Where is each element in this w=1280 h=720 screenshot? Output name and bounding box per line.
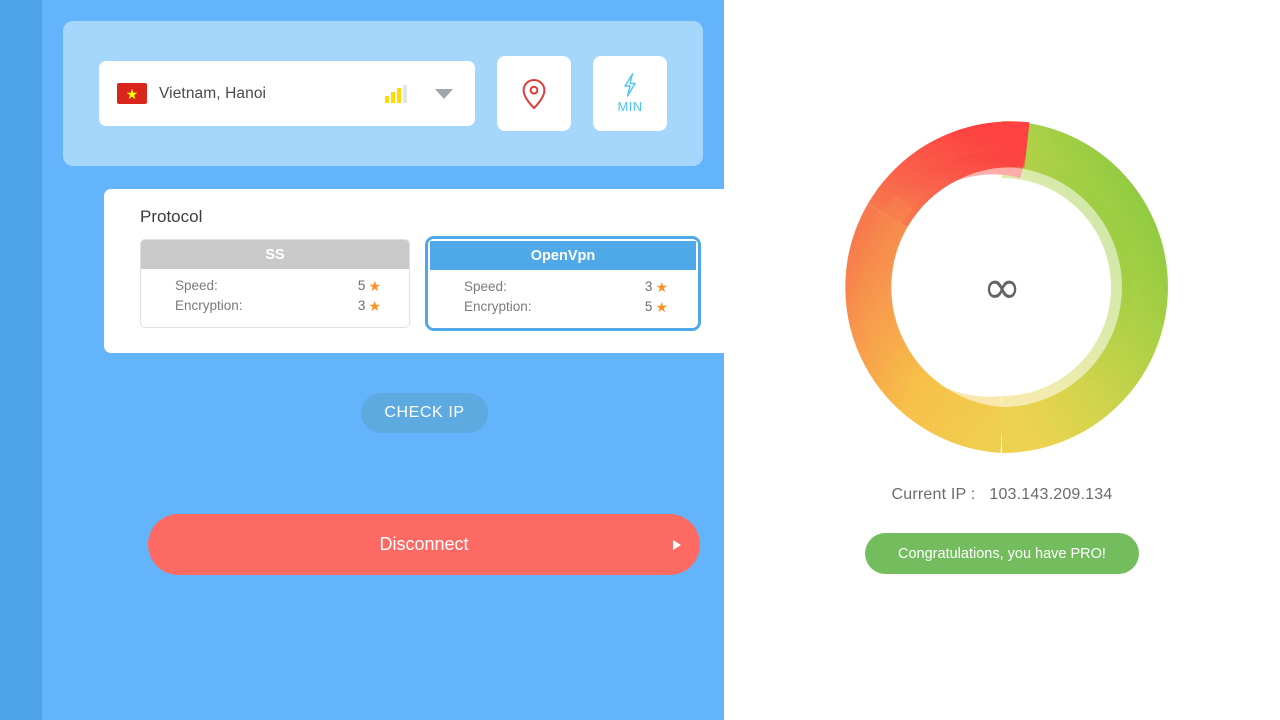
protocol-openvpn-encryption-label: Encryption: [464,299,532,314]
protocol-ss-encryption-value: 3 [357,298,366,313]
disconnect-button[interactable]: Disconnect [148,514,700,575]
protocol-options-row: SS Speed: 5 ★ Encryption: 3 ★ OpenVpn Sp… [140,239,708,328]
protocol-card: Protocol SS Speed: 5 ★ Encryption: 3 ★ O… [104,189,744,353]
protocol-ss-speed-value: 5 [357,278,366,293]
protocol-openvpn-encryption-value-group: 5 ★ [645,297,668,317]
protocol-option-ss-name: SS [141,240,409,269]
star-icon: ★ [368,298,381,314]
protocol-ss-encryption-label: Encryption: [175,298,243,313]
pro-status-badge[interactable]: Congratulations, you have PRO! [865,533,1139,574]
lightning-bolt-icon [624,73,636,97]
chevron-down-icon[interactable] [435,88,453,99]
play-arrow-icon [673,539,681,550]
location-pin-icon [522,78,546,109]
server-selector-panel: ★ Vietnam, Hanoi MIN [63,21,703,166]
star-icon: ★ [655,279,668,295]
star-icon: ★ [368,278,381,294]
left-edge-strip [0,0,42,720]
speed-mode-button[interactable]: MIN [593,56,667,131]
location-pin-button[interactable] [497,56,571,131]
current-ip-value: 103.143.209.134 [989,486,1113,503]
protocol-ss-encryption-value-group: 3 ★ [358,296,381,316]
protocol-openvpn-speed-row: Speed: 3 ★ [464,277,668,297]
protocol-option-openvpn-inner: OpenVpn Speed: 3 ★ Encryption: 5 ★ [428,239,698,328]
data-usage-gauge: ∞ [836,121,1168,453]
protocol-option-openvpn-name: OpenVpn [430,241,696,270]
protocol-openvpn-speed-label: Speed: [464,279,507,294]
disconnect-button-label: Disconnect [379,534,469,554]
protocol-title: Protocol [140,207,203,226]
protocol-openvpn-encryption-row: Encryption: 5 ★ [464,297,668,317]
server-select-dropdown[interactable]: ★ Vietnam, Hanoi [99,61,475,126]
gauge-center-label: ∞ [982,260,1022,314]
selected-server-name: Vietnam, Hanoi [159,84,267,102]
signal-bars-icon [385,84,407,103]
check-ip-button[interactable]: CHECK IP [361,393,488,433]
protocol-openvpn-speed-value: 3 [644,279,653,294]
protocol-ss-speed-label: Speed: [175,278,218,293]
star-icon: ★ [655,299,668,315]
left-panel: ★ Vietnam, Hanoi MIN Protocol SS Speed: … [42,0,744,720]
current-ip-line: Current IP : 103.143.209.134 [724,486,1280,504]
protocol-ss-speed-value-group: 5 ★ [358,276,381,296]
protocol-openvpn-encryption-value: 5 [644,299,653,314]
protocol-option-ss[interactable]: SS Speed: 5 ★ Encryption: 3 ★ [140,239,410,328]
protocol-ss-encryption-row: Encryption: 3 ★ [175,296,381,316]
vpn-app-window: ★ Vietnam, Hanoi MIN Protocol SS Speed: … [0,0,1280,720]
protocol-ss-speed-row: Speed: 5 ★ [175,276,381,296]
protocol-option-openvpn[interactable]: OpenVpn Speed: 3 ★ Encryption: 5 ★ [428,239,698,328]
speed-mode-label: MIN [617,99,643,114]
protocol-openvpn-speed-value-group: 3 ★ [645,277,668,297]
current-ip-label: Current IP : [891,486,976,503]
vietnam-flag-icon: ★ [117,83,147,104]
protocol-option-openvpn-stats: Speed: 3 ★ Encryption: 5 ★ [430,270,696,326]
protocol-option-ss-stats: Speed: 5 ★ Encryption: 3 ★ [141,269,409,325]
right-panel: ∞ Current IP : 103.143.209.134 Congratul… [724,0,1280,720]
